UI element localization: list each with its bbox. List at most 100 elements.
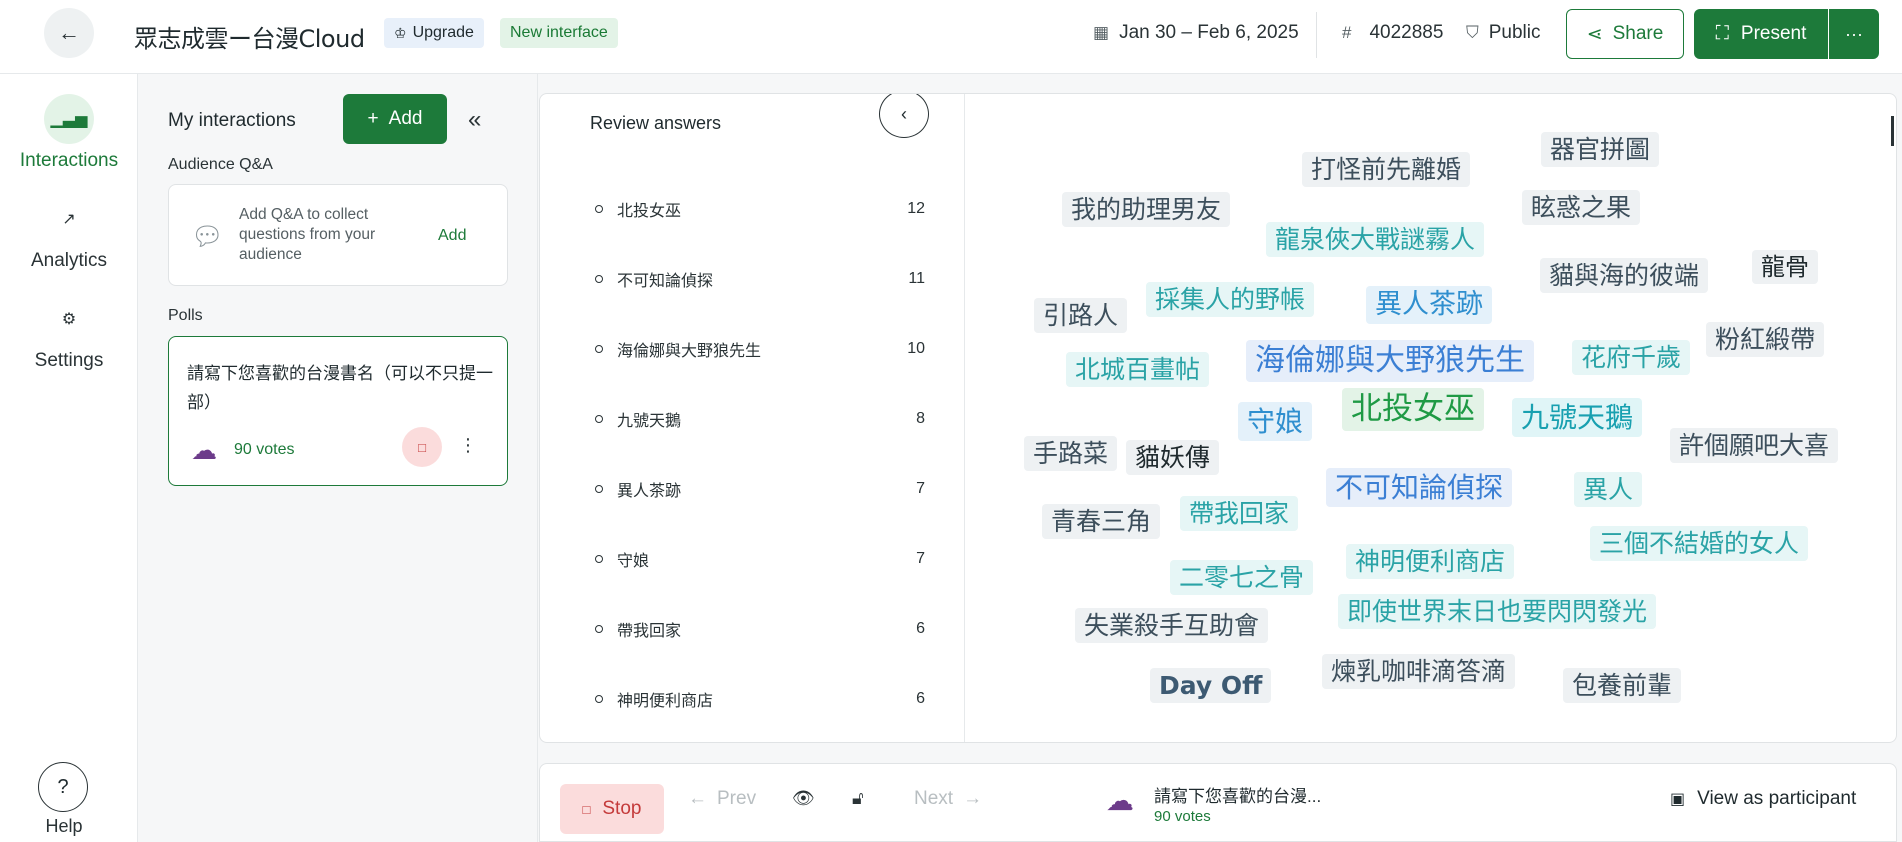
word-cloud-word: Day Off [1150, 668, 1272, 704]
word-cloud-word: 青春三角 [1042, 504, 1161, 540]
help-button[interactable]: ? [38, 762, 88, 812]
upgrade-badge[interactable]: ♔ Upgrade [384, 18, 484, 48]
stop-label: Stop [602, 798, 642, 819]
fullscreen-icon: ⛶ [1715, 23, 1729, 44]
left-rail: ▁▃▅ Interactions ↗ Analytics ⚙ Settings [0, 74, 138, 842]
answer-text: 海倫娜與大野狼先生 [617, 341, 762, 360]
bullet-icon [595, 345, 603, 353]
gear-icon: ⚙ [61, 311, 77, 328]
word-cloud-word: 打怪前先離婚 [1302, 152, 1471, 188]
answer-text: 九號天鵝 [617, 411, 682, 430]
qa-description: Add Q&A to collect questions from your a… [239, 206, 376, 263]
eye-icon[interactable]: 👁︎ [792, 788, 815, 809]
word-cloud-icon: ☁ [1106, 785, 1134, 816]
answer-text: 異人茶跡 [617, 481, 682, 500]
qa-card[interactable]: 💬︎ Add Q&A to collect questions from you… [168, 184, 508, 286]
current-poll-votes: 90 votes [1154, 808, 1211, 825]
add-interaction-button[interactable]: + Add [343, 94, 447, 144]
lock-icon[interactable]: 🔓︎ [852, 788, 864, 809]
answer-text: 守娘 [617, 551, 650, 570]
stop-button[interactable]: □ Stop [560, 784, 664, 834]
qa-section-label: Audience Q&A [168, 156, 273, 173]
word-cloud-word: 帶我回家 [1180, 496, 1299, 532]
share-icon: ⋖ [1586, 23, 1603, 45]
top-bar: ← 眾志成雲ー台漫Cloud ♔ Upgrade New interface ▦… [0, 0, 1902, 74]
word-cloud-word: 引路人 [1034, 298, 1128, 334]
prev-label: Prev [717, 788, 757, 809]
access-code[interactable]: # 4022885 [1342, 22, 1443, 44]
date-range[interactable]: ▦ Jan 30 – Feb 6, 2025 [1093, 22, 1299, 44]
word-cloud-word: 煉乳咖啡滴答滴 [1322, 654, 1516, 690]
poll-card[interactable]: 請寫下您喜歡的台漫書名（可以不只提一部） ☁ 90 votes □ ⋮ [168, 336, 508, 486]
answer-row[interactable]: 九號天鵝 8 [595, 404, 925, 434]
arrow-left-icon: ← [688, 788, 707, 809]
rail-item-label: Analytics [30, 250, 108, 271]
chat-bubble-icon: 💬︎ [191, 221, 225, 251]
visibility-text: Public [1488, 22, 1541, 43]
answer-row[interactable]: 異人茶跡 7 [595, 474, 925, 504]
stop-icon: □ [582, 801, 591, 817]
word-cloud-word: 採集人的野帳 [1146, 282, 1315, 318]
upgrade-label: Upgrade [412, 24, 474, 41]
close-review-button[interactable]: ‹ [879, 94, 929, 138]
stop-poll-button[interactable]: □ [402, 427, 442, 467]
back-button[interactable]: ← [44, 8, 94, 58]
bar-chart-icon: ▁▃▅ [44, 94, 94, 144]
plus-icon: + [367, 108, 379, 129]
help-label: Help [45, 816, 83, 836]
word-cloud-word: 北投女巫 [1342, 388, 1484, 431]
results-slide: Review answers ‹ 北投女巫 12 不可知論偵探 11 海倫娜與大野狼先生… [539, 93, 1897, 743]
participant-icon: ▣ [1670, 791, 1686, 808]
chevron-left-icon: ‹ [901, 103, 907, 124]
hash-icon: # [1342, 23, 1352, 42]
answer-row[interactable]: 守娘 7 [595, 544, 925, 574]
rail-item-analytics[interactable]: ↗ Analytics [0, 194, 138, 272]
arrow-left-icon: ← [58, 20, 80, 45]
present-label: Present [1740, 23, 1807, 44]
next-button[interactable]: Next → [914, 788, 982, 810]
shield-icon: ⛉ [1466, 23, 1479, 42]
qa-add-button[interactable]: Add [438, 227, 466, 245]
answer-count: 11 [908, 270, 925, 287]
word-cloud-word: 守娘 [1238, 402, 1313, 441]
word-cloud-word: 花府千歲 [1572, 340, 1691, 376]
poll-question: 請寫下您喜歡的台漫書名（可以不只提一部） [187, 364, 493, 412]
arrow-right-icon: → [963, 788, 983, 809]
bullet-icon [595, 555, 603, 563]
scrollbar[interactable] [1891, 116, 1894, 146]
answer-text: 北投女巫 [617, 201, 682, 220]
rail-item-interactions[interactable]: ▁▃▅ Interactions [0, 94, 138, 172]
present-button[interactable]: ⛶ Present [1694, 9, 1828, 59]
visibility[interactable]: ⛉ Public [1466, 22, 1541, 44]
answer-row[interactable]: 神明便利商店 6 [595, 684, 925, 714]
share-button[interactable]: ⋖ Share [1566, 9, 1684, 59]
answer-row[interactable]: 海倫娜與大野狼先生 10 [595, 334, 925, 364]
answer-text: 神明便利商店 [617, 691, 714, 710]
word-cloud-word: 粉紅緞帶 [1706, 322, 1825, 358]
new-interface-badge[interactable]: New interface [500, 18, 618, 48]
word-cloud-word: 三個不結婚的女人 [1590, 526, 1809, 562]
word-cloud-word: 異人 [1574, 472, 1643, 508]
interactions-panel: My interactions + Add « Audience Q&A 💬︎ … [138, 74, 538, 842]
bullet-icon [595, 415, 603, 423]
word-cloud: 器官拼圖 打怪前先離婚 眩惑之果 我的助理男友 龍泉俠大戰謎霧人 龍骨 貓與海的彼端 採集人的… [966, 94, 1896, 742]
more-options-button[interactable]: ··· [1829, 9, 1879, 59]
word-cloud-word: 龍泉俠大戰謎霧人 [1266, 222, 1485, 258]
rail-item-settings[interactable]: ⚙ Settings [0, 294, 138, 372]
word-cloud-word: 北城百畫帖 [1066, 352, 1210, 388]
prev-button[interactable]: ← Prev [688, 788, 756, 810]
collapse-panel-icon[interactable]: « [468, 106, 481, 134]
word-cloud-word: 龍骨 [1752, 250, 1818, 284]
word-cloud-word: 二零七之骨 [1170, 560, 1314, 596]
poll-menu-icon[interactable]: ⋮ [459, 435, 477, 456]
view-as-participant-button[interactable]: ▣ View as participant [1670, 788, 1856, 810]
word-cloud-word: 海倫娜與大野狼先生 [1246, 340, 1534, 382]
word-cloud-word: 貓妖傳 [1126, 440, 1220, 476]
bullet-icon [595, 275, 603, 283]
answer-row[interactable]: 不可知論偵探 11 [595, 264, 925, 294]
answer-count: 12 [907, 200, 925, 217]
answer-row[interactable]: 北投女巫 12 [595, 194, 925, 224]
answer-row[interactable]: 帶我回家 6 [595, 614, 925, 644]
presentation-title[interactable]: 眾志成雲ー台漫Cloud [134, 19, 365, 54]
word-cloud-word: 貓與海的彼端 [1540, 258, 1709, 294]
